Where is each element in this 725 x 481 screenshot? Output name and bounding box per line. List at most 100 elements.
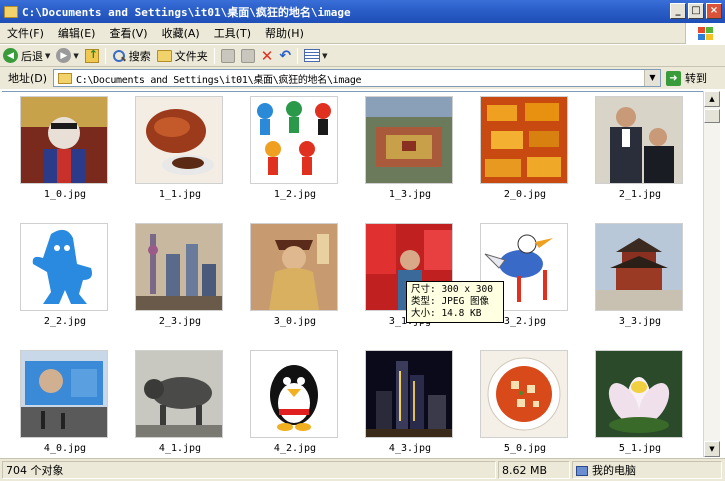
address-value[interactable]: C:\Documents and Settings\it01\桌面\疯狂的地名\… xyxy=(76,71,362,86)
file-name[interactable]: 4_3.jpg xyxy=(365,443,455,454)
move-to-button[interactable] xyxy=(218,46,238,66)
file-item[interactable]: 2_2.jpg xyxy=(20,223,110,333)
skyline-thumb[interactable] xyxy=(135,223,223,311)
undo-button[interactable]: ↶ xyxy=(276,46,294,66)
file-name[interactable]: 4_2.jpg xyxy=(250,443,340,454)
folder-icon xyxy=(4,5,18,18)
file-item[interactable]: 5_0.jpg xyxy=(480,350,570,457)
tofu-dish-thumb[interactable] xyxy=(480,350,568,438)
opera-performer-thumb[interactable] xyxy=(20,96,108,184)
status-location-label: 我的电脑 xyxy=(592,464,636,477)
chevron-down-icon[interactable]: ▼ xyxy=(45,52,50,60)
file-name[interactable]: 2_2.jpg xyxy=(20,316,110,327)
file-item[interactable]: 5_1.jpg xyxy=(595,350,685,457)
toolbar-separator xyxy=(213,47,215,64)
roast-duck-thumb[interactable] xyxy=(135,96,223,184)
up-folder-button[interactable] xyxy=(82,46,102,66)
go-button[interactable]: ➜ 转到 xyxy=(666,70,707,86)
gold-bars-thumb[interactable] xyxy=(480,96,568,184)
file-name[interactable]: 3_3.jpg xyxy=(595,316,685,327)
scroll-up-button[interactable]: ▲ xyxy=(704,91,720,107)
copy-to-button[interactable] xyxy=(238,46,258,66)
file-item[interactable]: 2_0.jpg xyxy=(480,96,570,206)
file-name[interactable]: 5_0.jpg xyxy=(480,443,570,454)
address-bar: 地址(D) C:\Documents and Settings\it01\桌面\… xyxy=(0,67,725,89)
file-item[interactable]: 4_3.jpg xyxy=(365,350,455,457)
lotus-thumb[interactable] xyxy=(595,350,683,438)
file-name[interactable]: 5_1.jpg xyxy=(595,443,685,454)
status-object-count: 704 个对象 xyxy=(2,461,496,479)
file-item[interactable]: 2_3.jpg xyxy=(135,223,225,333)
file-item[interactable]: 4_0.jpg xyxy=(20,350,110,457)
file-item[interactable]: 1_0.jpg xyxy=(20,96,110,206)
file-item[interactable]: 1_1.jpg xyxy=(135,96,225,206)
back-button[interactable]: ◀ 后退 ▼ xyxy=(0,46,53,66)
chevron-down-icon[interactable]: ▼ xyxy=(322,52,327,60)
qing-official-thumb[interactable] xyxy=(250,223,338,311)
scroll-down-button[interactable]: ▼ xyxy=(704,441,720,457)
menu-edit[interactable]: 编辑(E) xyxy=(51,24,103,43)
file-item[interactable]: 2_1.jpg xyxy=(595,96,685,206)
my-computer-icon xyxy=(576,466,588,476)
file-info-tooltip: 尺寸: 300 x 300 类型: JPEG 图像 大小: 14.8 KB xyxy=(406,281,504,323)
window-controls: _ □ × xyxy=(670,3,722,19)
scroll-thumb[interactable] xyxy=(704,109,720,123)
toolbar-separator xyxy=(297,47,299,64)
windows-logo-icon xyxy=(685,23,725,44)
minimize-button[interactable]: _ xyxy=(670,3,686,19)
address-input[interactable]: C:\Documents and Settings\it01\桌面\疯狂的地名\… xyxy=(53,69,661,87)
billboard-thumb[interactable] xyxy=(20,350,108,438)
address-label: 地址(D) xyxy=(8,72,48,85)
file-name[interactable]: 1_1.jpg xyxy=(135,189,225,200)
move-to-icon xyxy=(220,48,235,63)
file-name[interactable]: 4_0.jpg xyxy=(20,443,110,454)
file-item[interactable]: 4_1.jpg xyxy=(135,350,225,457)
views-button[interactable]: ▼ xyxy=(301,46,330,66)
delete-button[interactable]: ✕ xyxy=(258,46,277,66)
file-item[interactable]: 1_3.jpg xyxy=(365,96,455,206)
penguin-thumb[interactable] xyxy=(250,350,338,438)
forbidden-city-thumb[interactable] xyxy=(365,96,453,184)
file-name[interactable]: 3_0.jpg xyxy=(250,316,340,327)
file-name[interactable]: 2_3.jpg xyxy=(135,316,225,327)
up-folder-icon xyxy=(84,48,99,63)
search-label: 搜索 xyxy=(128,49,151,63)
back-label: 后退 xyxy=(21,49,43,63)
search-icon xyxy=(112,49,126,63)
menu-help[interactable]: 帮助(H) xyxy=(258,24,311,43)
folder-icon xyxy=(156,49,172,62)
folders-button[interactable]: 文件夹 xyxy=(154,46,211,66)
chevron-down-icon[interactable]: ▼ xyxy=(73,52,78,60)
bull-statue-thumb[interactable] xyxy=(135,350,223,438)
night-city-thumb[interactable] xyxy=(365,350,453,438)
chevron-down-icon[interactable]: ▼ xyxy=(644,70,660,86)
title-bar[interactable]: C:\Documents and Settings\it01\桌面\疯狂的地名\… xyxy=(0,0,725,23)
mascots-thumb[interactable] xyxy=(250,96,338,184)
forward-button[interactable]: ▶ ▼ xyxy=(53,46,81,66)
file-name[interactable]: 1_2.jpg xyxy=(250,189,340,200)
menu-tools[interactable]: 工具(T) xyxy=(207,24,258,43)
file-name[interactable]: 2_0.jpg xyxy=(480,189,570,200)
file-item[interactable]: 3_3.jpg xyxy=(595,223,685,333)
file-name[interactable]: 2_1.jpg xyxy=(595,189,685,200)
file-name[interactable]: 1_3.jpg xyxy=(365,189,455,200)
two-men-thumb[interactable] xyxy=(595,96,683,184)
menu-file[interactable]: 文件(F) xyxy=(0,24,51,43)
window-title: C:\Documents and Settings\it01\桌面\疯狂的地名\… xyxy=(22,5,351,19)
forward-arrow-icon: ▶ xyxy=(56,48,72,63)
file-name[interactable]: 1_0.jpg xyxy=(20,189,110,200)
search-button[interactable]: 搜索 xyxy=(109,46,154,66)
close-button[interactable]: × xyxy=(706,3,722,19)
palace-thumb[interactable] xyxy=(595,223,683,311)
blue-mascot-thumb[interactable] xyxy=(20,223,108,311)
file-item[interactable]: 4_2.jpg xyxy=(250,350,340,457)
file-name[interactable]: 4_1.jpg xyxy=(135,443,225,454)
menu-favorites[interactable]: 收藏(A) xyxy=(155,24,207,43)
maximize-button[interactable]: □ xyxy=(688,3,704,19)
delete-icon: ✕ xyxy=(260,46,274,65)
file-view[interactable]: 1_0.jpg 1_1.jpg 1_2.jpg 1_3.jpg 2_0.jpg … xyxy=(2,91,703,457)
file-item[interactable]: 3_0.jpg xyxy=(250,223,340,333)
vertical-scrollbar[interactable]: ▲ ▼ xyxy=(703,91,720,457)
menu-view[interactable]: 查看(V) xyxy=(102,24,154,43)
file-item[interactable]: 1_2.jpg xyxy=(250,96,340,206)
